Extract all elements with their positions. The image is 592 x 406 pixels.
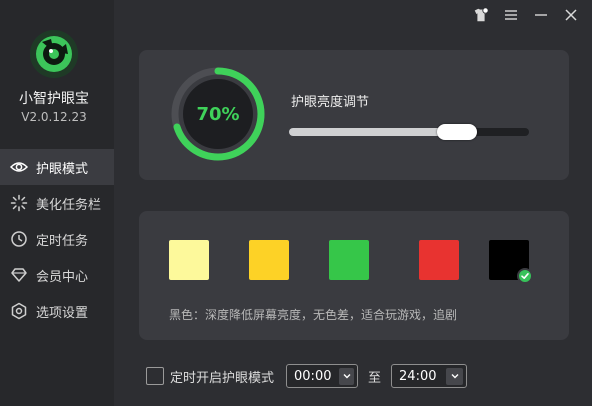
sparkle-icon — [10, 194, 28, 212]
main-panel: 70% 护眼亮度调节 黑色：深度降低屏幕亮度，无色差，适合玩游戏，追剧 定时开启… — [114, 0, 592, 406]
nav-item-beautify-taskbar[interactable]: 美化任务栏 — [0, 185, 114, 221]
nav-item-label: 护眼模式 — [36, 161, 89, 177]
app-name: 小智护眼宝 — [19, 91, 89, 107]
skin-icon[interactable] — [472, 6, 490, 24]
nav-item-member-center[interactable]: 会员中心 — [0, 257, 114, 293]
start-time-value: 00:00 — [294, 368, 332, 384]
diamond-icon — [10, 266, 28, 284]
nav-item-options-settings[interactable]: 选项设置 — [0, 293, 114, 329]
nav-item-scheduled-tasks[interactable]: 定时任务 — [0, 221, 114, 257]
gear-icon — [10, 302, 28, 320]
nav-item-eye-protection[interactable]: 护眼模式 — [0, 149, 114, 185]
minimize-icon[interactable] — [532, 6, 550, 24]
selected-check-icon — [517, 268, 533, 284]
brightness-title: 护眼亮度调节 — [291, 95, 370, 110]
menu-icon[interactable] — [502, 6, 520, 24]
schedule-row: 定时开启护眼模式 00:00 至 24:00 — [146, 364, 468, 388]
chevron-down-icon — [446, 367, 464, 385]
nav-item-label: 定时任务 — [36, 233, 89, 249]
start-time-select[interactable]: 00:00 — [286, 364, 359, 388]
nav-item-label: 会员中心 — [36, 269, 89, 285]
schedule-label: 定时开启护眼模式 — [170, 370, 275, 386]
brightness-slider-thumb[interactable] — [437, 124, 477, 140]
app-version: V2.0.12.23 — [21, 110, 87, 124]
brightness-card: 70% 护眼亮度调节 — [139, 50, 569, 180]
app-logo-icon — [30, 30, 78, 78]
end-time-value: 24:00 — [399, 368, 437, 384]
schedule-checkbox[interactable] — [146, 367, 164, 385]
color-mode-card: 黑色：深度降低屏幕亮度，无色差，适合玩游戏，追剧 — [139, 211, 569, 340]
window-controls — [472, 6, 580, 24]
chevron-down-icon — [339, 367, 355, 385]
clock-icon — [10, 230, 28, 248]
to-label: 至 — [368, 370, 382, 386]
nav-item-label: 选项设置 — [36, 305, 89, 321]
brightness-slider[interactable] — [289, 124, 529, 140]
end-time-select[interactable]: 24:00 — [391, 364, 468, 388]
close-icon[interactable] — [562, 6, 580, 24]
brightness-slider-fill — [289, 128, 457, 136]
nav-menu: 护眼模式 美化任务栏 定时任务 会员中心 选项设置 — [0, 149, 114, 329]
swatch-light-yellow[interactable] — [169, 240, 209, 280]
brightness-percent: 70% — [196, 103, 240, 125]
mode-description: 黑色：深度降低屏幕亮度，无色差，适合玩游戏，追剧 — [169, 308, 458, 322]
swatch-green[interactable] — [329, 240, 369, 280]
nav-item-label: 美化任务栏 — [36, 197, 102, 213]
eye-icon — [10, 158, 28, 176]
swatch-yellow[interactable] — [249, 240, 289, 280]
swatch-red[interactable] — [419, 240, 459, 280]
sidebar: 小智护眼宝 V2.0.12.23 护眼模式 美化任务栏 定时任务 会员中心 选项… — [0, 0, 114, 406]
